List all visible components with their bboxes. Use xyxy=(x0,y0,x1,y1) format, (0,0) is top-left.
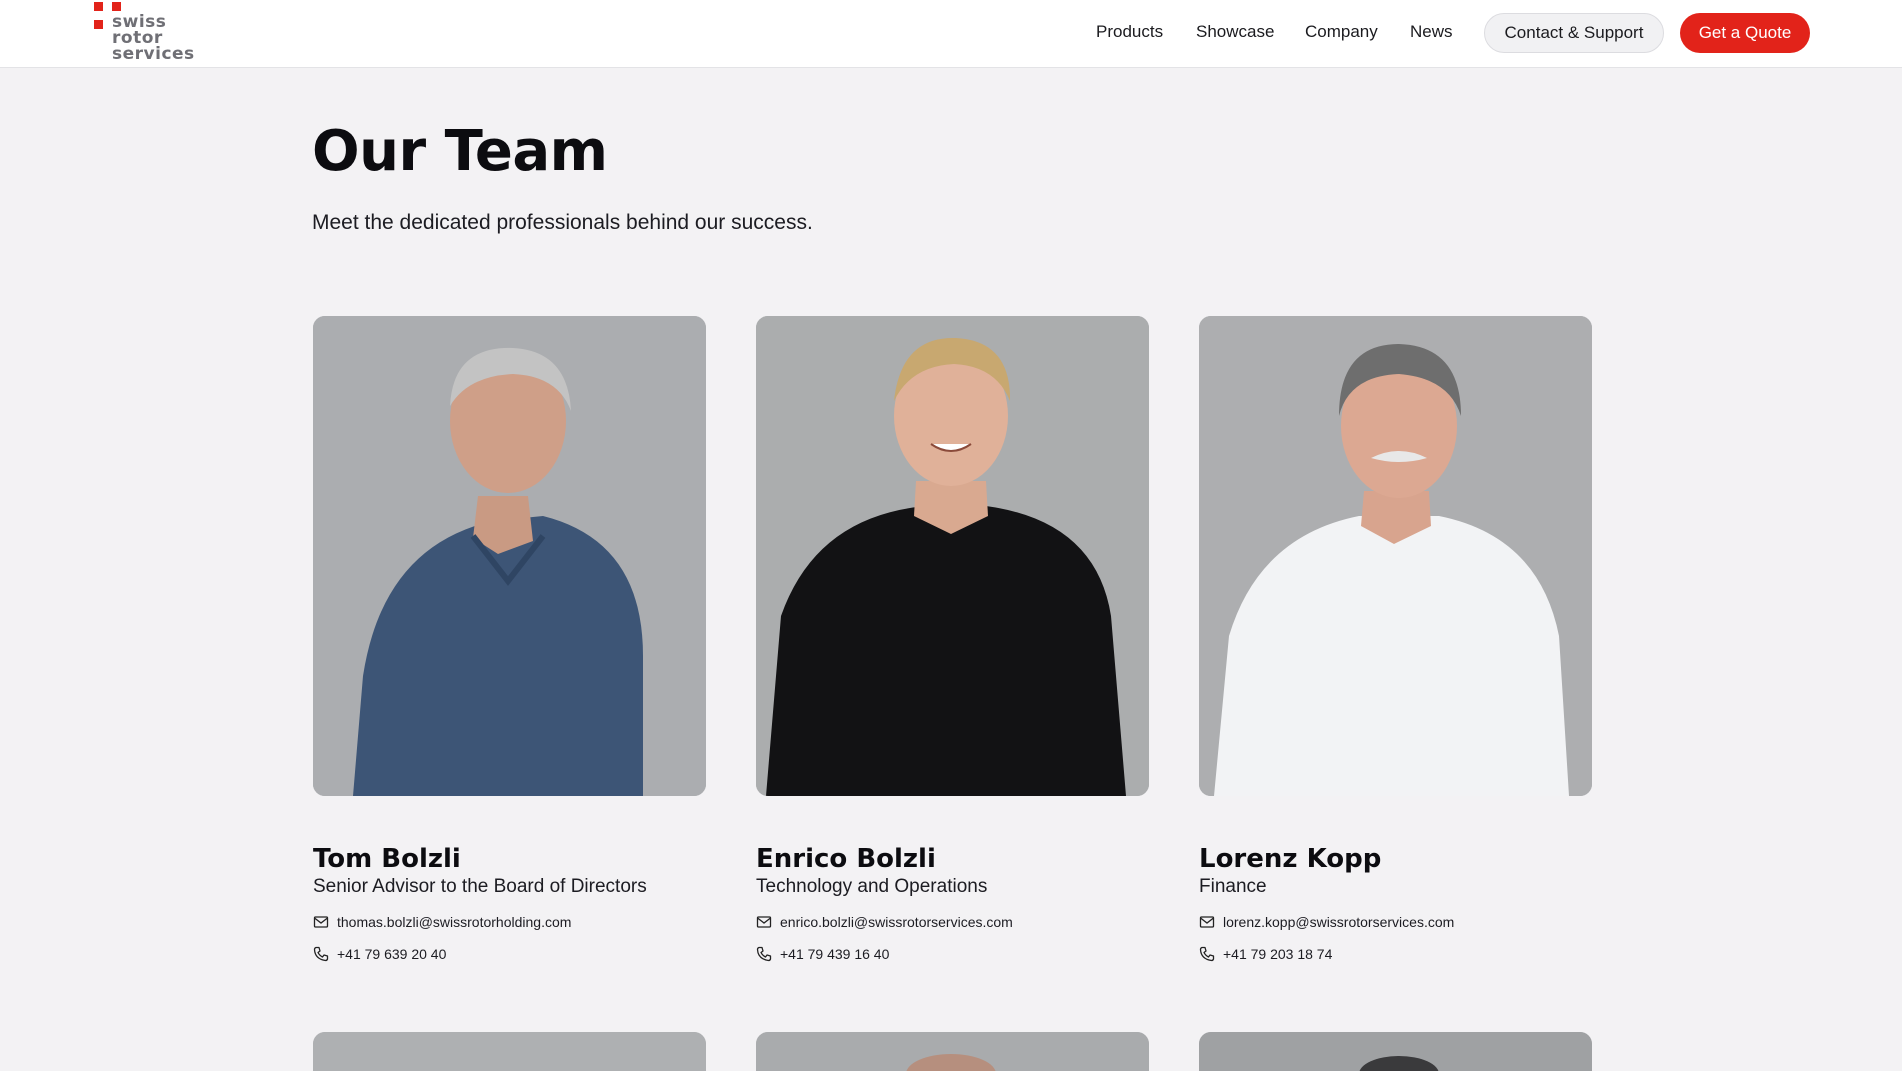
phone-text: +41 79 203 18 74 xyxy=(1223,946,1333,962)
site-header: swiss rotor services Products Showcase C… xyxy=(0,0,1902,68)
mail-icon xyxy=(313,916,329,928)
contact-support-button[interactable]: Contact & Support xyxy=(1484,13,1664,53)
team-member-photo xyxy=(1199,316,1592,796)
mail-icon xyxy=(756,916,772,928)
email-link[interactable]: enrico.bolzli@swissrotorservices.com xyxy=(756,914,1013,930)
team-card-peek xyxy=(313,1032,706,1071)
team-card-peek xyxy=(1199,1032,1592,1071)
phone-icon xyxy=(1199,946,1215,962)
logo-wordmark: swiss rotor services xyxy=(112,14,195,64)
phone-icon xyxy=(313,946,329,962)
phone-link[interactable]: +41 79 639 20 40 xyxy=(313,946,446,962)
team-member-name: Enrico Bolzli xyxy=(756,844,936,874)
mail-icon xyxy=(1199,916,1215,928)
team-member-name: Tom Bolzli xyxy=(313,844,461,874)
nav-link-products[interactable]: Products xyxy=(1096,22,1163,42)
email-text: thomas.bolzli@swissrotorholding.com xyxy=(337,914,572,930)
team-member-photo xyxy=(313,1032,706,1071)
logo-line-3: services xyxy=(112,44,195,64)
nav-link-company[interactable]: Company xyxy=(1305,22,1378,42)
team-member-photo xyxy=(1199,1032,1592,1071)
team-member-name: Lorenz Kopp xyxy=(1199,844,1382,874)
team-member-photo xyxy=(756,316,1149,796)
team-card-peek xyxy=(756,1032,1149,1071)
email-link[interactable]: lorenz.kopp@swissrotorservices.com xyxy=(1199,914,1454,930)
team-member-photo xyxy=(313,316,706,796)
get-quote-button[interactable]: Get a Quote xyxy=(1680,13,1810,53)
phone-text: +41 79 639 20 40 xyxy=(337,946,447,962)
phone-text: +41 79 439 16 40 xyxy=(780,946,890,962)
team-member-role: Senior Advisor to the Board of Directors xyxy=(313,876,647,897)
email-text: enrico.bolzli@swissrotorservices.com xyxy=(780,914,1013,930)
phone-link[interactable]: +41 79 439 16 40 xyxy=(756,946,889,962)
nav-link-news[interactable]: News xyxy=(1410,22,1453,42)
team-member-photo xyxy=(756,1032,1149,1071)
phone-icon xyxy=(756,946,772,962)
nav-link-showcase[interactable]: Showcase xyxy=(1196,22,1274,42)
team-member-role: Finance xyxy=(1199,876,1267,897)
team-member-role: Technology and Operations xyxy=(756,876,988,897)
phone-link[interactable]: +41 79 203 18 74 xyxy=(1199,946,1332,962)
email-text: lorenz.kopp@swissrotorservices.com xyxy=(1223,914,1455,930)
company-logo[interactable]: swiss rotor services xyxy=(94,2,204,64)
page-subtitle: Meet the dedicated professionals behind … xyxy=(312,211,813,234)
page-title: Our Team xyxy=(312,119,608,184)
email-link[interactable]: thomas.bolzli@swissrotorholding.com xyxy=(313,914,571,930)
